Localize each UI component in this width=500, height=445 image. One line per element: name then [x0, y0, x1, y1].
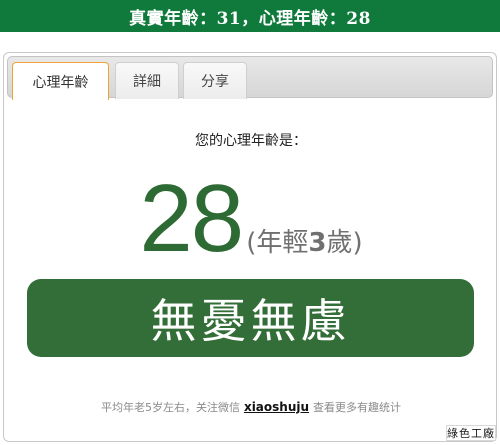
verdict-banner: 無憂無慮: [27, 279, 474, 357]
result-card: 心理年齡 詳細 分享 您的心理年齡是： 28 (年輕 3 歲) 無憂無慮 平均年…: [3, 52, 497, 442]
tab-details[interactable]: 詳細: [115, 62, 179, 99]
tab-label: 分享: [201, 74, 229, 90]
footer-text-before: 平均年老5岁左右，关注微信: [100, 401, 240, 414]
age-display: 28 (年輕 3 歲): [4, 165, 496, 272]
watermark-logo: 綠色工廠: [446, 425, 496, 441]
verdict-text: 無憂無慮: [150, 294, 351, 348]
wechat-id-link[interactable]: xiaoshuju: [244, 400, 309, 414]
top-banner: 真實年齡：31，心理年齡：28: [0, 0, 500, 32]
tab-share[interactable]: 分享: [183, 62, 247, 99]
footer-text-after: 查看更多有趣统计: [313, 401, 402, 414]
tab-psych-age[interactable]: 心理年齡: [12, 62, 109, 100]
result-prompt: 您的心理年齡是：: [195, 133, 307, 149]
younger-prefix: (年輕: [246, 228, 309, 258]
tab-label: 詳細: [133, 74, 161, 90]
tab-bar: 心理年齡 詳細 分享: [7, 56, 493, 100]
banner-text: 真實年齡：31，心理年齡：28: [129, 8, 371, 29]
psych-age-number: 28: [139, 165, 244, 272]
watermark-text: 綠色工廠: [447, 427, 495, 440]
younger-years: 3: [308, 228, 327, 258]
younger-suffix: 歲): [326, 228, 363, 258]
footer-note: 平均年老5岁左右，关注微信 xiaoshuju 查看更多有趣统计: [4, 399, 496, 415]
tab-label: 心理年齡: [32, 74, 89, 91]
